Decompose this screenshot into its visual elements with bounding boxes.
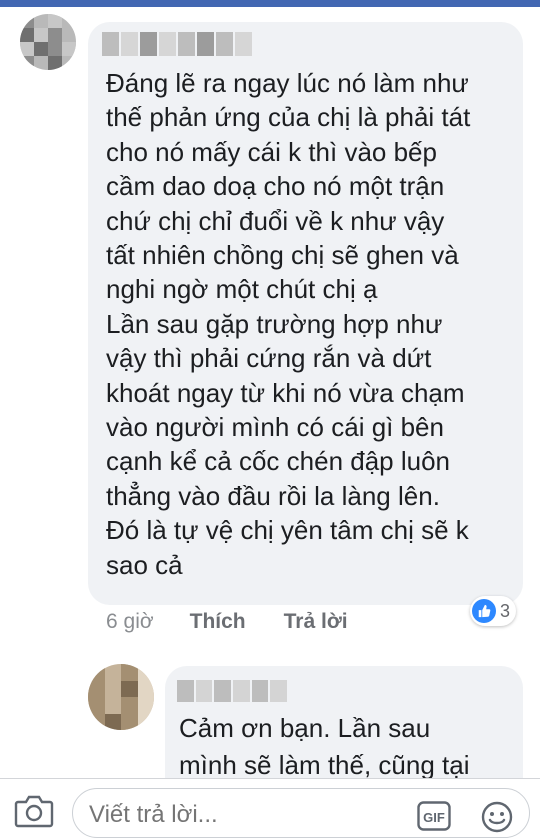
reaction-count: 3: [500, 600, 511, 621]
comment-line: thế phản ứng của chị là phải tát: [106, 102, 471, 133]
comment-bubble: Đáng lẽ ra ngay lúc nó làm như thế phản …: [88, 22, 523, 605]
comment-line: thẳng vào đầu rồi la làng lên.: [106, 480, 440, 511]
comment-actions: 6 giờ Thích Trả lời: [106, 607, 348, 637]
comment-line: cạnh kể cả cốc chén đập luôn: [106, 446, 451, 477]
comment-timestamp[interactable]: 6 giờ: [106, 610, 154, 634]
gif-button[interactable]: GIF: [417, 801, 451, 831]
comment-line: cho nó mấy cái k thì vào bếp: [106, 136, 437, 167]
thumbs-up-icon: [472, 599, 496, 623]
reaction-summary[interactable]: 3: [470, 596, 517, 626]
comment-line: chứ chị chỉ đuổi về k như vậy: [106, 205, 445, 236]
avatar-pixelated: [88, 664, 154, 730]
gif-label: GIF: [423, 810, 445, 825]
reply-text: Cảm ơn bạn. Lần sau mình sẽ làm thế, cũn…: [179, 710, 519, 784]
camera-icon[interactable]: [14, 794, 54, 828]
comment-line: Đó là tự vệ chị yên tâm chị sẽ k: [106, 515, 469, 546]
comment-line: vậy thì phải cứng rắn và dứt: [106, 343, 432, 374]
reply-line: Cảm ơn bạn. Lần sau: [179, 713, 431, 743]
reply-input[interactable]: [89, 801, 389, 829]
commenter-avatar[interactable]: [20, 14, 76, 70]
emoji-icon[interactable]: [481, 801, 513, 833]
comment-line: nghi ngờ một chút chị ạ: [106, 274, 378, 305]
comment-line: Lần sau gặp trường hợp như: [106, 308, 443, 339]
comment-line: tất nhiên chồng chị sẽ ghen và: [106, 240, 459, 271]
comment-line: cầm dao doạ cho nó một trận: [106, 171, 445, 202]
comment-text: Đáng lẽ ra ngay lúc nó làm như thế phản …: [106, 66, 516, 582]
like-button[interactable]: Thích: [190, 610, 246, 634]
comment-line: khoát ngay từ khi nó vừa chạm: [106, 377, 465, 408]
reply-button[interactable]: Trả lời: [284, 610, 348, 634]
comment-line: sao cả: [106, 549, 183, 580]
comment-line: vào người mình có cái gì bên: [106, 412, 444, 443]
top-nav-bar-edge: [0, 0, 540, 7]
comment-line: Đáng lẽ ra ngay lúc nó làm như: [106, 68, 469, 98]
replier-avatar[interactable]: [88, 664, 154, 730]
avatar-pixelated: [20, 14, 76, 70]
replier-name-redacted[interactable]: [177, 680, 288, 702]
reply-composer: GIF: [0, 778, 540, 838]
commenter-name-redacted[interactable]: [102, 32, 252, 56]
